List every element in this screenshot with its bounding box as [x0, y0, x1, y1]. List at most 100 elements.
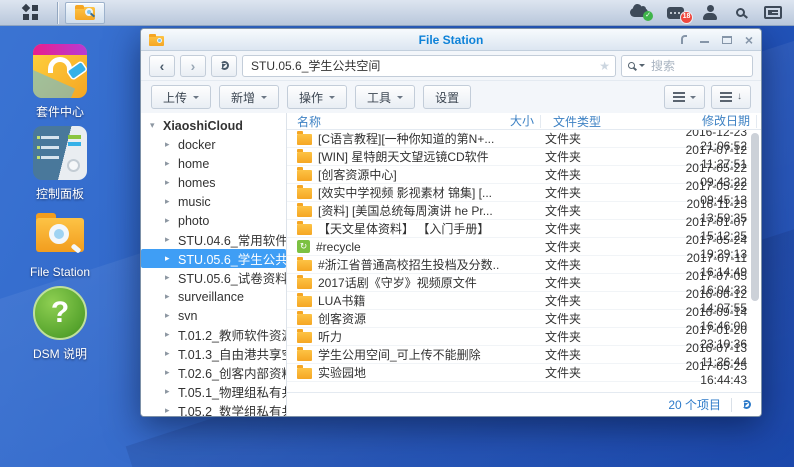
- sidebar-tree-item[interactable]: ▸ T.01.3_自由港共享空间: [141, 344, 286, 363]
- sidebar-tree-item[interactable]: ▸ STU.05.6_学生公共空间: [141, 249, 286, 268]
- column-header-name[interactable]: 名称: [287, 113, 507, 130]
- folder-icon: [297, 152, 312, 163]
- desktop-icon-package-center[interactable]: 套件中心: [16, 44, 104, 120]
- tools-button[interactable]: 工具: [355, 85, 415, 109]
- tree-item-label: XiaoshiCloud: [163, 119, 243, 133]
- main-menu-icon: [23, 5, 38, 20]
- file-rows: [C语言教程][一种你知道的第N+... 文件夹 2016-12-23 21:0…: [287, 130, 761, 392]
- window-titlebar[interactable]: File Station ×: [141, 29, 761, 51]
- desktop-icon-label: 套件中心: [16, 103, 104, 120]
- main-menu-button[interactable]: [10, 2, 50, 24]
- sidebar-tree-item[interactable]: ▸ T.02.6_创客内部资料: [141, 363, 286, 382]
- help-question-icon: ?: [33, 286, 87, 340]
- close-button[interactable]: ×: [745, 33, 753, 47]
- sidebar-tree-item[interactable]: ▸ surveillance: [141, 287, 286, 306]
- tree-arrow-icon: ▸: [165, 253, 173, 264]
- refresh-list-button[interactable]: [742, 400, 751, 409]
- column-header-size[interactable]: 大小: [507, 115, 541, 128]
- path-input[interactable]: [242, 55, 616, 77]
- chevron-down-icon: [690, 96, 696, 102]
- file-station-icon: [75, 5, 95, 20]
- desktop-icon-file-station[interactable]: File Station: [16, 206, 104, 279]
- desktop-icon-label: File Station: [16, 265, 104, 279]
- tree-item-label: svn: [178, 309, 197, 323]
- notification-badge: 18: [680, 11, 693, 24]
- tree-item-label: homes: [178, 176, 216, 190]
- tree-item-label: photo: [178, 214, 209, 228]
- global-search-button[interactable]: [734, 6, 747, 19]
- sidebar-tree-item[interactable]: ▸ docker: [141, 135, 286, 154]
- pin-to-tray-button[interactable]: [681, 33, 687, 47]
- sidebar-tree-item[interactable]: ▸ STU.04.6_常用软件: [141, 230, 286, 249]
- folder-icon: [297, 368, 312, 379]
- search-input[interactable]: [649, 58, 746, 74]
- cloud-sync-button[interactable]: ✓: [628, 6, 650, 19]
- sidebar-tree-item[interactable]: ▸ T.05.1_物理组私有共享空: [141, 382, 286, 401]
- window-file-station-icon: [149, 34, 164, 46]
- refresh-icon: [742, 400, 751, 409]
- forward-button[interactable]: ›: [180, 55, 206, 77]
- tree-item-label: T.02.6_创客内部资料: [178, 363, 287, 382]
- file-name: 学生公用空间_可上传不能删除: [318, 346, 481, 363]
- file-type: 文件夹: [533, 310, 651, 327]
- tree-item-label: docker: [178, 138, 216, 152]
- scrollbar-thumb[interactable]: [751, 133, 759, 301]
- sidebar-tree-item[interactable]: ▸ STU.05.6_试卷资料下载: [141, 268, 286, 287]
- tree-arrow-icon: ▸: [165, 158, 173, 169]
- favorite-star-icon[interactable]: ★: [599, 58, 610, 74]
- sidebar-tree-item[interactable]: ▸ homes: [141, 173, 286, 192]
- taskbar-divider: [57, 2, 58, 24]
- chevron-down-icon: [193, 96, 199, 102]
- refresh-button[interactable]: [211, 55, 237, 77]
- search-box[interactable]: [621, 55, 753, 77]
- status-bar: 20 个项目: [287, 392, 761, 416]
- upload-button-label: 上传: [163, 89, 187, 106]
- desktop-icon-control-panel[interactable]: 控制面板: [16, 126, 104, 202]
- tree-item-label: STU.05.6_学生公共空间: [178, 249, 287, 268]
- file-name: [创客资源中心]: [318, 166, 397, 183]
- chevron-down-icon: [639, 64, 645, 70]
- taskbar-file-station-button[interactable]: [65, 2, 105, 24]
- action-button[interactable]: 操作: [287, 85, 347, 109]
- sidebar-tree-item[interactable]: ▸ T.01.2_教师软件资源区: [141, 325, 286, 344]
- file-station-window: File Station × ‹ › ★ 上传 新增: [140, 28, 762, 417]
- create-button[interactable]: 新增: [219, 85, 279, 109]
- sort-button[interactable]: ↓: [711, 85, 751, 109]
- upload-button[interactable]: 上传: [151, 85, 211, 109]
- back-button[interactable]: ‹: [149, 55, 175, 77]
- scrollbar[interactable]: [751, 132, 759, 390]
- desktop-icon-label: DSM 说明: [16, 345, 104, 362]
- file-row[interactable]: 实验园地 文件夹 2017-05-25 16:44:43: [287, 364, 749, 382]
- navigation-bar: ‹ › ★: [141, 51, 761, 81]
- maximize-button[interactable]: [722, 33, 732, 47]
- user-menu-button[interactable]: [701, 3, 719, 22]
- sidebar-tree-item[interactable]: ▸ svn: [141, 306, 286, 325]
- column-header-date[interactable]: 修改日期: [659, 115, 757, 128]
- tree-arrow-icon: ▸: [165, 310, 173, 321]
- file-name: #浙江省普通高校招生投档及分数...: [318, 256, 499, 273]
- file-type: 文件夹: [533, 346, 651, 363]
- file-type: 文件夹: [533, 364, 651, 381]
- sidebar-tree-item[interactable]: ▾ XiaoshiCloud: [141, 116, 286, 135]
- file-name: LUA书籍: [318, 292, 365, 309]
- minimize-button[interactable]: [700, 33, 709, 47]
- file-type: 文件夹: [533, 148, 651, 165]
- desktop-icon-dsm-help[interactable]: ? DSM 说明: [16, 286, 104, 362]
- sidebar-tree: ▾ XiaoshiCloud ▸ docker ▸ home ▸ homes ▸…: [141, 113, 287, 416]
- sidebar-tree-item[interactable]: ▸ music: [141, 192, 286, 211]
- tree-item-label: STU.04.6_常用软件: [178, 230, 287, 249]
- widgets-button[interactable]: [762, 4, 784, 21]
- file-type: 文件夹: [533, 292, 651, 309]
- search-icon: [736, 8, 745, 17]
- sidebar-tree-item[interactable]: ▸ photo: [141, 211, 286, 230]
- view-mode-button[interactable]: [664, 85, 705, 109]
- file-name: [C语言教程][一种你知道的第N+...: [318, 130, 494, 147]
- notifications-button[interactable]: 18: [665, 5, 686, 21]
- tree-arrow-icon: ▸: [165, 291, 173, 302]
- recycle-icon: ↻: [297, 240, 310, 253]
- file-type: 文件夹: [533, 184, 651, 201]
- sidebar-tree-item[interactable]: ▸ T.05.2_数学组私有共享空: [141, 401, 286, 416]
- sidebar-tree-item[interactable]: ▸ home: [141, 154, 286, 173]
- column-header-type[interactable]: 文件类型: [541, 113, 659, 130]
- settings-button[interactable]: 设置: [423, 85, 471, 109]
